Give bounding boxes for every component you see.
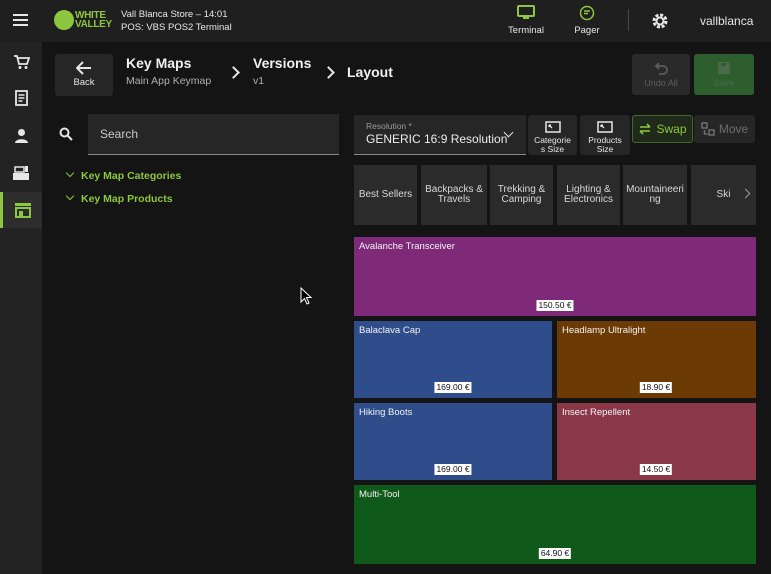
- product-tile[interactable]: Avalanche Transceiver 150.50 €: [354, 237, 756, 316]
- resize-icon: [544, 121, 561, 133]
- swap-button[interactable]: Swap: [632, 115, 693, 143]
- category-label: Camping: [501, 194, 542, 205]
- sidebar-item-receipts[interactable]: [0, 80, 42, 116]
- category-tab-lighting[interactable]: Lighting & Electronics: [557, 165, 620, 225]
- save-button[interactable]: Save: [694, 54, 754, 95]
- brand-logo: WHITE VALLEY: [54, 10, 112, 32]
- products-size-line2: Size: [596, 144, 614, 154]
- user-name[interactable]: vallblanca: [700, 14, 753, 28]
- back-button[interactable]: Back: [55, 54, 113, 96]
- chevron-down-icon: [65, 168, 75, 178]
- product-tile[interactable]: Balaclava Cap 169.00 €: [354, 321, 552, 398]
- store-info: Vall Blanca Store – 14:01: [121, 9, 228, 20]
- undo-all-button[interactable]: Undo All: [632, 54, 690, 95]
- terminal-button[interactable]: Terminal: [504, 5, 548, 39]
- category-tab-backpacks[interactable]: Backpacks & Travels: [421, 165, 487, 225]
- resize-icon: [597, 121, 613, 133]
- breadcrumb-versions[interactable]: Versions: [253, 55, 311, 71]
- sidebar-item-cash[interactable]: [0, 155, 42, 191]
- products-size-button[interactable]: Products Size: [580, 115, 630, 155]
- arrow-left-icon: [76, 61, 91, 75]
- chevron-right-icon: [322, 66, 335, 79]
- product-name: Headlamp Ultralight: [562, 325, 646, 336]
- save-icon: [718, 62, 730, 74]
- breadcrumb-versions-subtitle: v1: [253, 75, 265, 87]
- tree-item-keymap-categories[interactable]: Key Map Categories: [64, 168, 182, 182]
- categories-size-line2: s Size: [540, 144, 565, 154]
- category-label: ng: [649, 194, 661, 205]
- product-name: Balaclava Cap: [359, 325, 421, 336]
- category-label: Travels: [437, 194, 471, 205]
- undo-all-label: Undo All: [644, 78, 678, 88]
- move-button[interactable]: Move: [694, 115, 755, 143]
- sidebar-item-customers[interactable]: [0, 117, 42, 153]
- cash-register-icon: [13, 166, 29, 180]
- chevron-down-icon: [65, 191, 75, 201]
- category-tab-best-sellers[interactable]: Best Sellers: [354, 165, 417, 225]
- product-tile[interactable]: Headlamp Ultralight 18.90 €: [557, 321, 756, 398]
- move-label: Move: [718, 122, 749, 136]
- chevron-right-icon: [227, 66, 240, 79]
- sidebar: [0, 42, 42, 574]
- monitor-icon: [517, 5, 535, 19]
- product-name: Hiking Boots: [359, 407, 413, 418]
- swap-label: Swap: [656, 122, 687, 136]
- category-tab-mountaineering[interactable]: Mountaineeri ng: [623, 165, 687, 225]
- resolution-select[interactable]: Resolution * GENERIC 16:9 Resolution: [354, 115, 526, 155]
- undo-icon: [654, 63, 668, 75]
- resolution-value: GENERIC 16:9 Resolution: [366, 132, 508, 146]
- search-icon: [59, 127, 73, 146]
- terminal-label: Terminal: [508, 25, 544, 36]
- sidebar-item-sales[interactable]: [0, 44, 42, 80]
- brand-line2: VALLEY: [75, 19, 112, 30]
- sidebar-item-store[interactable]: [0, 192, 42, 228]
- product-price: 169.00 €: [434, 382, 472, 393]
- search-input[interactable]: [88, 114, 339, 155]
- divider: [628, 9, 629, 31]
- pager-button[interactable]: Pager: [566, 5, 608, 39]
- product-tile[interactable]: Insect Repellent 14.50 €: [557, 403, 756, 480]
- product-name: Insect Repellent: [562, 407, 631, 418]
- product-price: 64.90 €: [538, 548, 572, 559]
- save-label: Save: [713, 78, 735, 88]
- pager-icon: [579, 5, 595, 21]
- tree-item-label: Key Map Categories: [81, 170, 182, 182]
- pos-info: POS: VBS POS2 Terminal: [121, 22, 232, 33]
- breadcrumb-keymaps-subtitle: Main App Keymap: [126, 75, 212, 87]
- product-price: 169.00 €: [434, 464, 472, 475]
- breadcrumb-keymaps[interactable]: Key Maps: [126, 55, 191, 71]
- product-tile[interactable]: Multi-Tool 64.90 €: [354, 485, 756, 564]
- back-label: Back: [73, 77, 95, 88]
- product-price: 14.50 €: [639, 464, 673, 475]
- resolution-label: Resolution *: [366, 121, 412, 131]
- gear-icon[interactable]: [651, 12, 669, 30]
- page-title: Layout: [347, 64, 393, 80]
- category-label: Electronics: [564, 194, 613, 205]
- product-price: 150.50 €: [536, 300, 574, 311]
- user-icon: [14, 128, 28, 143]
- category-label: Ski: [716, 189, 731, 200]
- cart-icon: [13, 54, 30, 69]
- tree-item-keymap-products[interactable]: Key Map Products: [64, 191, 173, 205]
- mouse-cursor: [300, 286, 313, 310]
- category-tab-trekking[interactable]: Trekking & Camping: [490, 165, 553, 225]
- product-price: 18.90 €: [639, 382, 673, 393]
- product-name: Multi-Tool: [359, 489, 400, 500]
- category-label: Best Sellers: [358, 189, 413, 200]
- product-name: Avalanche Transceiver: [359, 241, 455, 252]
- move-icon: [701, 122, 715, 136]
- tree-item-label: Key Map Products: [81, 193, 173, 205]
- receipt-icon: [14, 90, 28, 106]
- categories-size-button[interactable]: Categorie s Size: [528, 115, 577, 155]
- menu-icon[interactable]: [13, 14, 28, 26]
- store-icon: [14, 203, 31, 218]
- pager-label: Pager: [574, 25, 600, 36]
- swap-icon: [639, 123, 652, 135]
- product-tile[interactable]: Hiking Boots 169.00 €: [354, 403, 552, 480]
